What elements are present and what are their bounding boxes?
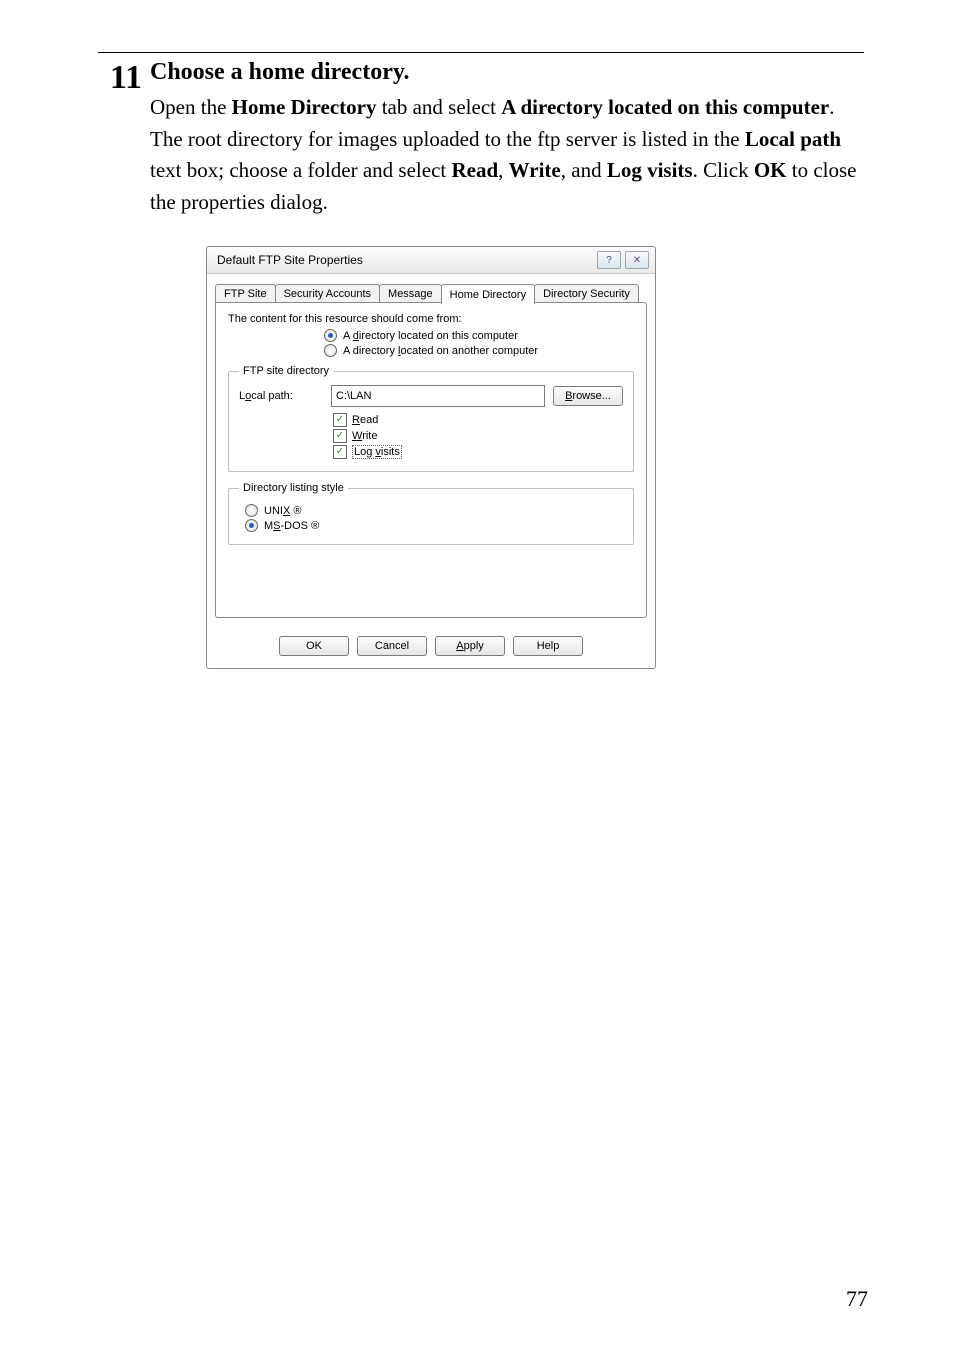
radio-this-computer[interactable] [324,329,337,342]
group-ftp-site-directory: FTP site directory Local path: Browse...… [228,365,634,472]
radio-msdos-label: MS-DOS ® [264,520,319,532]
radio-this-computer-label: A directory located on this computer [343,330,518,342]
radio-unix[interactable] [245,504,258,517]
radio-unix-label: UNIX ® [264,505,301,517]
dialog-title: Default FTP Site Properties [217,253,363,267]
tab-home-directory[interactable]: Home Directory [441,284,535,304]
radio-another-computer[interactable] [324,344,337,357]
cancel-button[interactable]: Cancel [357,636,427,656]
tab-security-accounts[interactable]: Security Accounts [275,284,380,303]
group-ftp-site-directory-legend: FTP site directory [239,365,333,377]
local-path-input[interactable] [331,385,545,407]
checkbox-write[interactable] [333,429,347,443]
close-icon[interactable]: ✕ [625,251,649,269]
page-number: 77 [846,1286,868,1312]
checkbox-read[interactable] [333,413,347,427]
ok-button[interactable]: OK [279,636,349,656]
panel-lead-text: The content for this resource should com… [228,313,634,325]
help-icon[interactable]: ? [597,251,621,269]
checkbox-read-label: Read [352,414,378,426]
group-directory-listing-style: Directory listing style UNIX ® MS-DOS ® [228,482,634,545]
step-description: Open the Home Directory tab and select A… [150,92,864,218]
checkbox-log-visits-label: Log visits [352,445,402,459]
dialog-button-row: OK Cancel Apply Help [207,626,655,668]
checkbox-log-visits[interactable] [333,445,347,459]
local-path-label: Local path: [239,390,323,402]
checkbox-write-label: Write [352,430,377,442]
radio-another-computer-label: A directory located on another computer [343,345,538,357]
tab-message[interactable]: Message [379,284,442,303]
tab-directory-security[interactable]: Directory Security [534,284,639,303]
radio-msdos[interactable] [245,519,258,532]
apply-button[interactable]: Apply [435,636,505,656]
group-directory-listing-style-legend: Directory listing style [239,482,348,494]
tab-ftp-site[interactable]: FTP Site [215,284,276,303]
tab-panel-home-directory: The content for this resource should com… [215,302,647,618]
dialog-titlebar: Default FTP Site Properties ? ✕ [207,247,655,274]
help-button[interactable]: Help [513,636,583,656]
step-title: Choose a home directory. [150,59,864,86]
step-number: 11 [98,59,142,95]
dialog-tabs: FTP Site Security Accounts Message Home … [207,274,655,302]
properties-dialog: Default FTP Site Properties ? ✕ FTP Site… [206,246,656,669]
browse-button[interactable]: Browse... [553,386,623,406]
